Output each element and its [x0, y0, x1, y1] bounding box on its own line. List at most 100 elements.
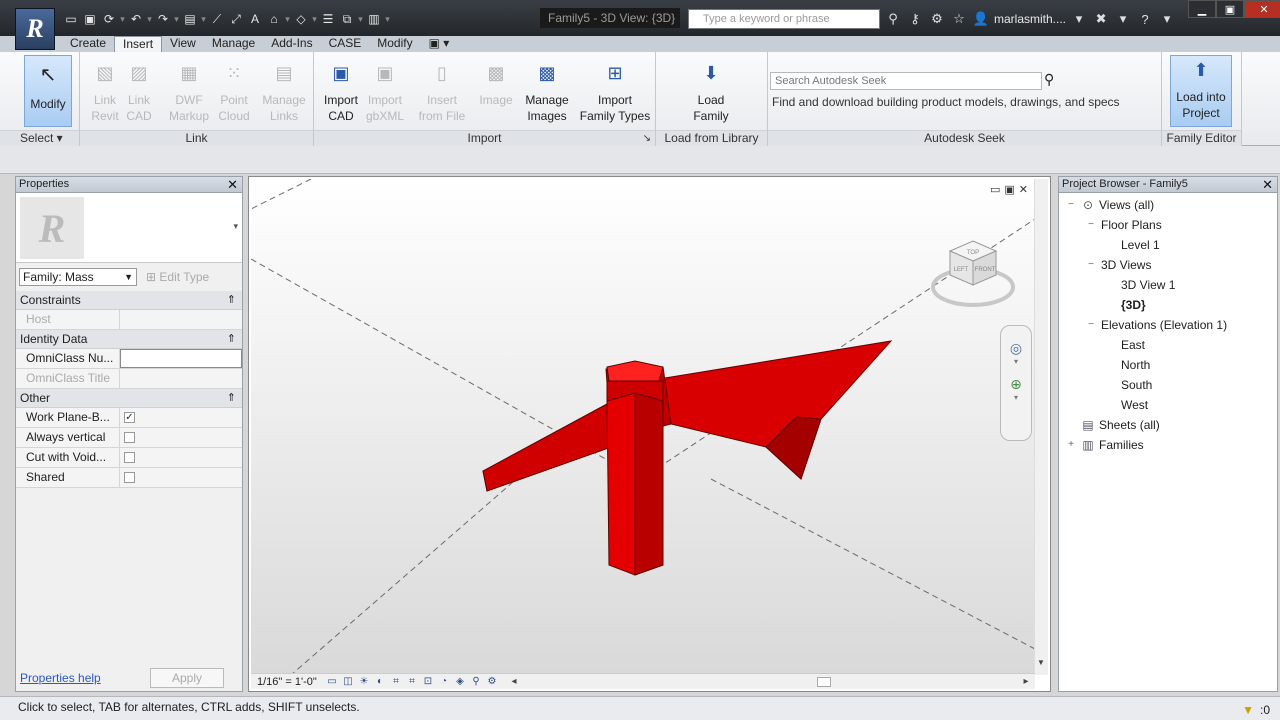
- collapse-icon[interactable]: −: [1085, 259, 1097, 271]
- scroll-down-icon[interactable]: ▼: [1037, 658, 1045, 667]
- collapse-icon[interactable]: ⇑: [227, 291, 236, 309]
- exchange-icon[interactable]: ✖: [1092, 10, 1110, 28]
- collapse-icon[interactable]: ⇑: [227, 389, 236, 407]
- type-selector[interactable]: R ▾: [16, 193, 242, 263]
- property-checkbox-cell[interactable]: [120, 468, 242, 487]
- exchange-dropdown-icon[interactable]: ▾: [1114, 10, 1132, 28]
- redo-icon[interactable]: ↷: [154, 10, 172, 28]
- checkbox[interactable]: [124, 432, 135, 443]
- tab-view[interactable]: View: [162, 36, 204, 52]
- minimize-button[interactable]: ▁: [1188, 0, 1216, 18]
- browser-node[interactable]: − ⊙ Views (all): [1065, 195, 1154, 215]
- mass-model[interactable]: [482, 340, 893, 576]
- checkbox[interactable]: [124, 452, 135, 463]
- view-restore-icon[interactable]: ▣: [1004, 183, 1014, 196]
- application-menu-button[interactable]: R: [15, 8, 55, 50]
- shadows-icon[interactable]: ◐: [373, 676, 387, 688]
- viewcube-left[interactable]: LEFT: [954, 267, 969, 273]
- crop-view-icon[interactable]: ⌗: [389, 676, 403, 688]
- switch-windows-icon[interactable]: ▥: [365, 10, 383, 28]
- communication-icon[interactable]: ⚙: [928, 10, 946, 28]
- browser-node[interactable]: − Elevations (Elevation 1): [1085, 315, 1227, 335]
- show-crop-icon[interactable]: ⌗: [405, 676, 419, 688]
- default-3d-view-icon[interactable]: ⌂: [265, 10, 283, 28]
- load-family-button[interactable]: ⬇ Load Family: [686, 58, 736, 124]
- measure-icon[interactable]: ⟋: [208, 10, 226, 28]
- scroll-right-icon[interactable]: ▸: [1019, 676, 1033, 688]
- steering-wheel-icon[interactable]: ◎: [1001, 340, 1031, 357]
- search-input[interactable]: Type a keyword or phrase: [688, 9, 880, 29]
- tab-contextual-menu[interactable]: ▣ ▾: [421, 36, 458, 52]
- horizontal-scrollbar[interactable]: [523, 676, 1019, 688]
- undo-icon[interactable]: ↶: [127, 10, 145, 28]
- print-dropdown-icon[interactable]: ▾: [200, 14, 207, 25]
- property-checkbox-cell[interactable]: ✓: [120, 408, 242, 427]
- section-dropdown-icon[interactable]: ▾: [311, 14, 318, 25]
- print-icon[interactable]: ▤: [181, 10, 199, 28]
- dimension-icon[interactable]: ⤢: [227, 10, 245, 28]
- tab-case[interactable]: CASE: [321, 36, 370, 52]
- load-into-project-button[interactable]: ⬆ Load into Project: [1170, 55, 1232, 127]
- manage-links-button[interactable]: ▤ Manage Links: [256, 58, 312, 124]
- browser-node[interactable]: + ▥ Families: [1065, 435, 1144, 455]
- properties-close-icon[interactable]: ✕: [227, 177, 238, 192]
- property-group-constraints[interactable]: Constraints ⇑: [16, 291, 242, 310]
- user-dropdown-icon[interactable]: ▾: [1070, 10, 1088, 28]
- sync-icon[interactable]: ⟳: [100, 10, 118, 28]
- property-checkbox-cell[interactable]: [120, 448, 242, 467]
- property-value[interactable]: [120, 349, 242, 368]
- collapse-icon[interactable]: ⇑: [227, 330, 236, 348]
- tab-add-ins[interactable]: Add-Ins: [263, 36, 320, 52]
- browser-close-icon[interactable]: ✕: [1262, 177, 1273, 192]
- checked-checkbox[interactable]: ✓: [124, 412, 135, 423]
- zoom-dropdown-icon[interactable]: ▾: [1001, 393, 1031, 402]
- property-group-identity-data[interactable]: Identity Data ⇑: [16, 330, 242, 349]
- close-hidden-dropdown-icon[interactable]: ▾: [357, 14, 364, 25]
- tab-insert[interactable]: Insert: [114, 36, 163, 52]
- zoom-icon[interactable]: ⊕: [1001, 376, 1031, 393]
- help-dropdown-icon[interactable]: ▾: [1158, 10, 1176, 28]
- browser-node[interactable]: South: [1105, 375, 1152, 395]
- lock-view-icon[interactable]: ⊡: [421, 676, 435, 688]
- tab-modify[interactable]: Modify: [369, 36, 420, 52]
- dialog-launcher-icon[interactable]: ↘: [643, 131, 651, 146]
- sun-path-icon[interactable]: ☀: [357, 676, 371, 688]
- checkbox[interactable]: [124, 472, 135, 483]
- worksharing-icon[interactable]: ⚙: [485, 676, 499, 688]
- analytical-icon[interactable]: ⚲: [469, 676, 483, 688]
- collapse-icon[interactable]: −: [1085, 319, 1097, 331]
- collapse-icon[interactable]: −: [1085, 219, 1097, 231]
- close-button[interactable]: ✕: [1244, 0, 1280, 18]
- seek-binoculars-icon[interactable]: ⚲: [1044, 71, 1054, 88]
- property-checkbox-cell[interactable]: [120, 428, 242, 447]
- browser-node[interactable]: − Floor Plans: [1085, 215, 1162, 235]
- detail-level-icon[interactable]: ▭: [325, 676, 339, 688]
- section-icon[interactable]: ◇: [292, 10, 310, 28]
- thin-lines-icon[interactable]: ☰: [319, 10, 337, 28]
- redo-dropdown-icon[interactable]: ▾: [173, 14, 180, 25]
- user-icon[interactable]: 👤: [972, 10, 990, 28]
- view-close-icon[interactable]: ✕: [1019, 183, 1028, 196]
- tab-manage[interactable]: Manage: [204, 36, 263, 52]
- scroll-left-icon[interactable]: ◂: [507, 676, 521, 688]
- visual-style-icon[interactable]: ◫: [341, 676, 355, 688]
- viewcube-top[interactable]: TOP: [967, 250, 979, 256]
- browser-node[interactable]: {3D}: [1105, 295, 1146, 315]
- collapse-icon[interactable]: −: [1065, 199, 1077, 211]
- 3d-view-window[interactable]: ▭ ▣ ✕ TOP LEFT FRONT ◎ ▾ ⊕ ▾ ▼ 1/16" = 1…: [248, 176, 1051, 692]
- drawing-canvas[interactable]: [250, 178, 1036, 676]
- save-icon[interactable]: ▣: [81, 10, 99, 28]
- reveal-hidden-icon[interactable]: ◈: [453, 676, 467, 688]
- 3d-dropdown-icon[interactable]: ▾: [284, 14, 291, 25]
- filter-icon[interactable]: ▼: [1242, 700, 1254, 720]
- viewcube[interactable]: TOP LEFT FRONT: [928, 235, 1018, 315]
- undo-dropdown-icon[interactable]: ▾: [146, 14, 153, 25]
- binoculars-icon[interactable]: ⚲: [884, 10, 902, 28]
- import-gbxml-button[interactable]: ▣ Import gbXML: [360, 58, 410, 124]
- import-family-types-button[interactable]: ⊞ Import Family Types: [576, 58, 654, 124]
- edit-type-button[interactable]: ⊞ Edit Type: [146, 270, 209, 284]
- point-cloud-button[interactable]: ⁙ Point Cloud: [212, 58, 256, 124]
- browser-node[interactable]: West: [1105, 395, 1148, 415]
- browser-node[interactable]: East: [1105, 335, 1145, 355]
- link-cad-button[interactable]: ▨ Link CAD: [120, 58, 158, 124]
